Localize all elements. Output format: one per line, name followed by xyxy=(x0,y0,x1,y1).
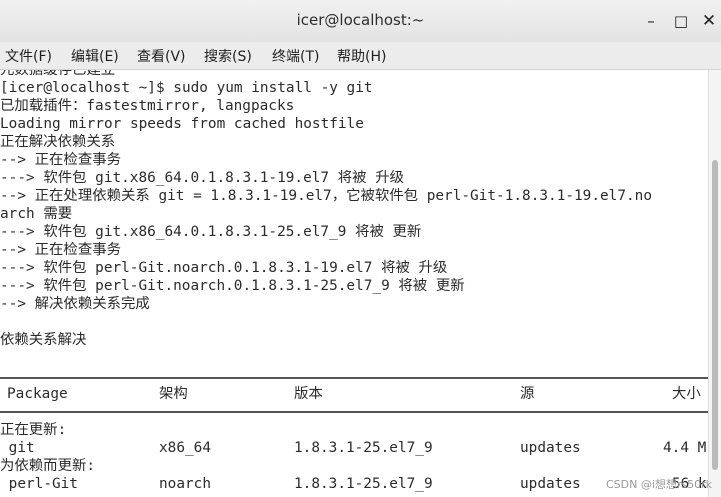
menu-bar: 文件(F) 编辑(E) 查看(V) 搜索(S) 终端(T) 帮助(H) xyxy=(0,42,721,70)
table-header-version: 版本 xyxy=(294,386,323,402)
table-rule xyxy=(0,411,708,413)
menu-edit[interactable]: 编辑(E) xyxy=(71,46,119,66)
table-header-package: Package xyxy=(7,386,68,402)
menu-help[interactable]: 帮助(H) xyxy=(337,46,386,66)
terminal-output[interactable]: 元数据缓存已建立 [icer@localhost ~]$ sudo yum in… xyxy=(0,70,708,497)
terminal-line: ---> 软件包 perl-Git.noarch.0.1.8.3.1-19.el… xyxy=(0,260,448,276)
terminal-line: arch 需要 xyxy=(0,206,73,222)
table-section-dep-updating: 为依赖而更新: xyxy=(0,458,96,474)
terminal-line: 元数据缓存已建立 xyxy=(0,70,116,78)
table-cell-arch: noarch xyxy=(159,476,211,492)
terminal-line: 正在解决依赖关系 xyxy=(0,134,116,150)
table-cell-version: 1.8.3.1-25.el7_9 xyxy=(294,476,433,492)
table-cell-size: 4.4 M xyxy=(663,440,707,456)
terminal-line: ---> 软件包 perl-Git.noarch.0.1.8.3.1-25.el… xyxy=(0,278,465,294)
minimize-icon[interactable]: – xyxy=(641,11,661,31)
watermark: CSDN @i想想rs50rk xyxy=(606,478,713,491)
table-cell-repo: updates xyxy=(520,476,581,492)
terminal-line: [icer@localhost ~]$ sudo yum install -y … xyxy=(0,80,373,96)
table-cell-version: 1.8.3.1-25.el7_9 xyxy=(294,440,433,456)
terminal-scrollbar[interactable] xyxy=(708,70,721,497)
table-header-arch: 架构 xyxy=(159,386,188,402)
menu-view[interactable]: 查看(V) xyxy=(137,46,186,66)
terminal-line: --> 正在处理依赖关系 git = 1.8.3.1-19.el7，它被软件包 … xyxy=(0,188,652,204)
terminal-line: 依赖关系解决 xyxy=(0,332,87,348)
terminal-line: --> 解决依赖关系完成 xyxy=(0,296,150,312)
terminal-line: ---> 软件包 git.x86_64.0.1.8.3.1-25.el7_9 将… xyxy=(0,224,422,240)
terminal-line: --> 正在检查事务 xyxy=(0,152,121,168)
window-title: icer@localhost:~ xyxy=(296,11,425,29)
table-header-repo: 源 xyxy=(520,386,535,402)
title-bar: icer@localhost:~ – □ ✕ xyxy=(0,0,721,43)
close-icon[interactable]: ✕ xyxy=(699,11,719,31)
terminal-line: ---> 软件包 git.x86_64.0.1.8.3.1-19.el7 将被 … xyxy=(0,170,404,186)
terminal-line: 已加载插件：fastestmirror, langpacks xyxy=(0,98,295,114)
menu-terminal[interactable]: 终端(T) xyxy=(272,46,319,66)
maximize-icon[interactable]: □ xyxy=(671,11,691,31)
table-rule xyxy=(0,377,708,379)
terminal-line: --> 正在检查事务 xyxy=(0,242,121,258)
table-header-size: 大小 xyxy=(672,386,701,402)
scrollbar-thumb[interactable] xyxy=(712,160,718,470)
table-cell-package: git xyxy=(0,440,35,456)
table-section-updating: 正在更新: xyxy=(0,422,67,438)
table-cell-arch: x86_64 xyxy=(159,440,211,456)
menu-search[interactable]: 搜索(S) xyxy=(204,46,252,66)
table-cell-repo: updates xyxy=(520,440,581,456)
table-cell-package: perl-Git xyxy=(0,476,78,492)
menu-file[interactable]: 文件(F) xyxy=(5,46,52,66)
terminal-line: Loading mirror speeds from cached hostfi… xyxy=(0,116,364,132)
